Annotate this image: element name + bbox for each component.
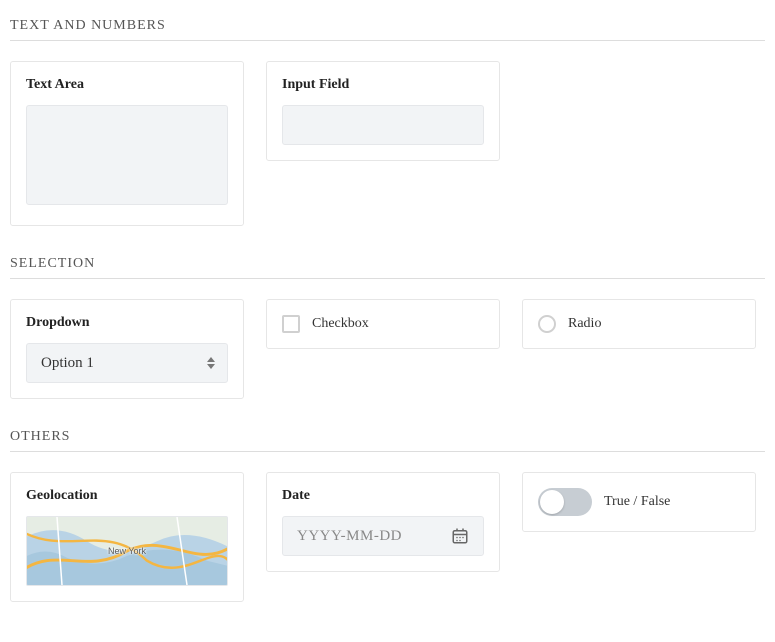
card-geolocation: Geolocation New York: [10, 472, 244, 602]
checkbox-input[interactable]: [282, 315, 300, 333]
section-title-others: OTHERS: [10, 429, 765, 445]
checkbox-label: Checkbox: [312, 316, 369, 332]
toggle-label: True / False: [604, 494, 670, 510]
card-text-area: Text Area: [10, 61, 244, 226]
map-center-label: New York: [108, 546, 146, 556]
text-area-input[interactable]: [26, 105, 228, 205]
dropdown-selected-value: Option 1: [41, 355, 94, 372]
row-selection: Dropdown Option 1 Checkbox Radio: [10, 299, 765, 399]
row-others: Geolocation New York Date YYYY-MM-DD: [10, 472, 765, 602]
card-input-field: Input Field: [266, 61, 500, 161]
calendar-icon: [451, 527, 469, 545]
radio-label: Radio: [568, 316, 601, 332]
toggle-knob: [540, 490, 564, 514]
geolocation-label: Geolocation: [26, 488, 228, 504]
section-title-text-numbers: TEXT AND NUMBERS: [10, 18, 765, 34]
card-toggle: True / False: [522, 472, 756, 532]
row-text-numbers: Text Area Input Field: [10, 61, 765, 226]
date-input[interactable]: YYYY-MM-DD: [282, 516, 484, 556]
map-widget[interactable]: New York: [26, 516, 228, 586]
card-radio: Radio: [522, 299, 756, 349]
radio-input[interactable]: [538, 315, 556, 333]
card-checkbox: Checkbox: [266, 299, 500, 349]
select-caret-icon: [207, 357, 215, 369]
section-title-selection: SELECTION: [10, 256, 765, 272]
card-dropdown: Dropdown Option 1: [10, 299, 244, 399]
toggle-switch[interactable]: [538, 488, 592, 516]
dropdown-label: Dropdown: [26, 315, 228, 331]
date-placeholder-text: YYYY-MM-DD: [297, 528, 451, 545]
input-field-label: Input Field: [282, 77, 484, 93]
card-date: Date YYYY-MM-DD: [266, 472, 500, 572]
dropdown-select[interactable]: Option 1: [26, 343, 228, 383]
section-divider: [10, 40, 765, 41]
section-divider: [10, 451, 765, 452]
text-area-label: Text Area: [26, 77, 228, 93]
date-label: Date: [282, 488, 484, 504]
section-divider: [10, 278, 765, 279]
text-input[interactable]: [282, 105, 484, 145]
